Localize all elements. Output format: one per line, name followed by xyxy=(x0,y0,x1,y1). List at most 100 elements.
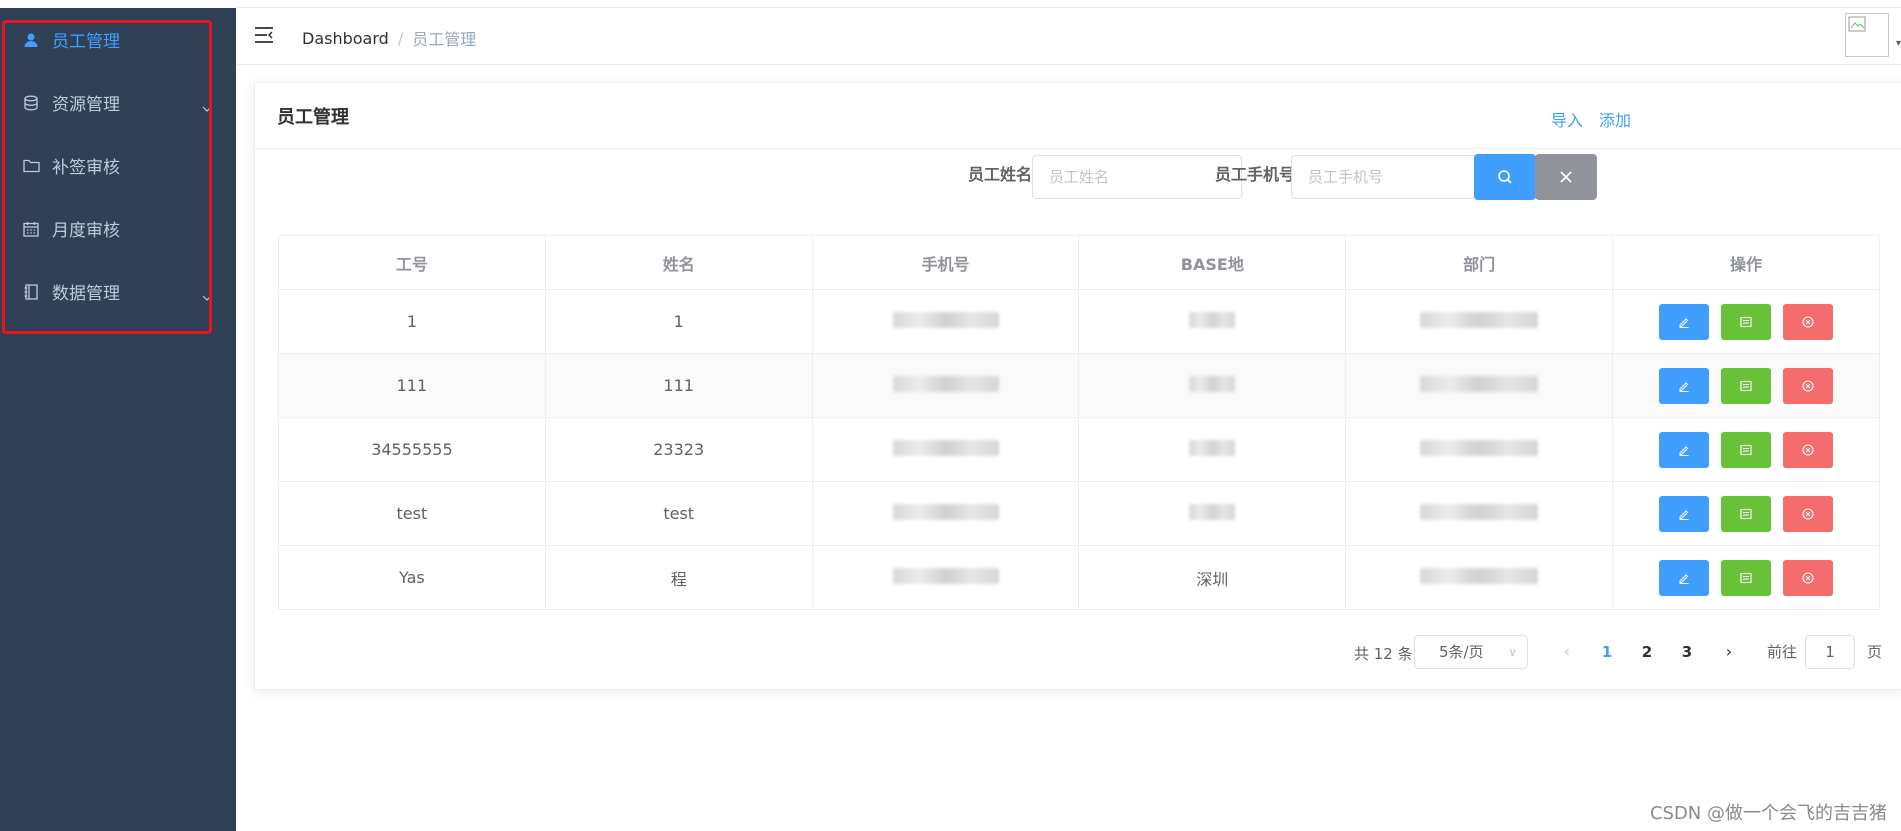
page-number-1[interactable]: 1 xyxy=(1591,635,1623,669)
cell-name: 1 xyxy=(544,289,813,354)
sidebar-item-resource-management[interactable]: 资源管理 xyxy=(0,71,236,134)
delete-button[interactable] xyxy=(1783,367,1834,404)
cell-base-redacted xyxy=(1078,289,1347,354)
page-size-value: 5条/页 xyxy=(1439,643,1484,661)
cell-department-redacted xyxy=(1345,545,1614,610)
edit-icon xyxy=(1679,317,1689,328)
table-row: 34555555 23323 xyxy=(278,417,1880,482)
cell-actions xyxy=(1612,545,1880,610)
database-icon xyxy=(22,94,40,112)
avatar[interactable] xyxy=(1845,13,1889,57)
employee-name-label: 员工姓名 xyxy=(968,165,1033,184)
top-strip xyxy=(236,0,1901,8)
broken-image-icon xyxy=(1848,16,1866,32)
detail-button[interactable] xyxy=(1721,303,1772,340)
edit-icon xyxy=(1679,381,1689,392)
import-link[interactable]: 导入 xyxy=(1551,107,1583,131)
circle-close-icon xyxy=(1802,379,1814,392)
cell-actions xyxy=(1612,289,1880,354)
sidebar: 员工管理 资源管理 补签审核 月度审核 数据管理 xyxy=(0,0,236,831)
search-button[interactable] xyxy=(1474,154,1536,200)
chevron-down-icon xyxy=(202,286,212,306)
cell-base-redacted xyxy=(1078,353,1347,418)
delete-button[interactable] xyxy=(1783,303,1834,340)
prev-page-button[interactable]: ‹ xyxy=(1551,635,1583,669)
column-header-base: BASE地 xyxy=(1078,235,1347,290)
chevron-down-icon xyxy=(202,97,212,117)
edit-button[interactable] xyxy=(1659,367,1710,404)
cell-phone-redacted xyxy=(811,545,1080,610)
employee-name-input[interactable] xyxy=(1032,155,1242,199)
sidebar-item-label: 补签审核 xyxy=(52,158,120,178)
detail-button[interactable] xyxy=(1721,367,1772,404)
watermark: CSDN @做一个会飞的吉吉猪 xyxy=(1649,803,1887,824)
delete-button[interactable] xyxy=(1783,559,1834,596)
search-icon xyxy=(1498,170,1512,184)
delete-button[interactable] xyxy=(1783,495,1834,532)
sidebar-item-monthly-review[interactable]: 月度审核 xyxy=(0,197,236,260)
sidebar-item-label: 资源管理 xyxy=(52,95,120,115)
edit-button[interactable] xyxy=(1659,495,1710,532)
table-row: Yas 程 深圳 xyxy=(278,545,1880,610)
detail-button[interactable] xyxy=(1721,559,1772,596)
edit-button[interactable] xyxy=(1659,559,1710,596)
document-icon xyxy=(1740,508,1752,519)
document-icon xyxy=(1740,380,1752,391)
detail-button[interactable] xyxy=(1721,431,1772,468)
column-header-name: 姓名 xyxy=(544,235,813,290)
cell-phone-redacted xyxy=(811,481,1080,546)
edit-icon xyxy=(1679,445,1689,456)
page-number-2[interactable]: 2 xyxy=(1631,635,1663,669)
cell-name: 23323 xyxy=(544,417,813,482)
cell-base: 深圳 xyxy=(1078,545,1347,610)
breadcrumb: Dashboard / 员工管理 xyxy=(302,26,476,50)
edit-icon xyxy=(1679,573,1689,584)
calendar-icon xyxy=(22,220,40,238)
next-page-button[interactable]: › xyxy=(1713,635,1745,669)
reset-button[interactable] xyxy=(1535,154,1597,200)
cell-department-redacted xyxy=(1345,417,1614,482)
table-header-row: 工号 姓名 手机号 BASE地 部门 操作 xyxy=(278,235,1880,290)
cell-base-redacted xyxy=(1078,417,1347,482)
cell-phone-redacted xyxy=(811,289,1080,354)
caret-down-icon[interactable]: ▾ xyxy=(1896,38,1901,49)
cell-id: Yas xyxy=(278,545,546,610)
close-icon xyxy=(1560,171,1572,183)
breadcrumb-separator: / xyxy=(397,28,404,48)
sidebar-item-supplement-review[interactable]: 补签审核 xyxy=(0,134,236,197)
page-number-3[interactable]: 3 xyxy=(1671,635,1703,669)
goto-page-input[interactable] xyxy=(1805,635,1855,669)
cell-name: 111 xyxy=(544,353,813,418)
cell-department-redacted xyxy=(1345,481,1614,546)
page-size-select[interactable]: 5条/页 ∨ xyxy=(1414,635,1528,669)
employee-card: 员工管理 导入 添加 员工姓名 员工手机号 工号 姓名 手机号 BASE地 部门… xyxy=(254,82,1901,690)
sidebar-top-strip xyxy=(0,0,236,8)
goto-prefix: 前往 xyxy=(1767,643,1798,661)
sidebar-item-data-management[interactable]: 数据管理 xyxy=(0,260,236,323)
column-header-phone: 手机号 xyxy=(811,235,1080,290)
sidebar-menu: 员工管理 资源管理 补签审核 月度审核 数据管理 xyxy=(0,8,236,323)
user-icon xyxy=(22,31,40,49)
cell-id: 34555555 xyxy=(278,417,546,482)
edit-button[interactable] xyxy=(1659,303,1710,340)
cell-base-redacted xyxy=(1078,481,1347,546)
cell-phone-redacted xyxy=(811,417,1080,482)
edit-button[interactable] xyxy=(1659,431,1710,468)
cell-id: test xyxy=(278,481,546,546)
detail-button[interactable] xyxy=(1721,495,1772,532)
cell-department-redacted xyxy=(1345,353,1614,418)
cell-department-redacted xyxy=(1345,289,1614,354)
column-header-id: 工号 xyxy=(278,235,546,290)
cell-actions xyxy=(1612,417,1880,482)
sidebar-item-employee-management[interactable]: 员工管理 xyxy=(0,8,236,71)
cell-id: 1 xyxy=(278,289,546,354)
breadcrumb-home[interactable]: Dashboard xyxy=(302,29,389,48)
column-header-actions: 操作 xyxy=(1612,235,1880,290)
delete-button[interactable] xyxy=(1783,431,1834,468)
employee-phone-input[interactable] xyxy=(1291,155,1501,199)
chevron-down-icon: ∨ xyxy=(1508,645,1517,659)
edit-icon xyxy=(1679,509,1689,520)
add-link[interactable]: 添加 xyxy=(1599,107,1631,131)
circle-close-icon xyxy=(1802,315,1814,328)
hamburger-menu-icon[interactable] xyxy=(254,26,276,46)
